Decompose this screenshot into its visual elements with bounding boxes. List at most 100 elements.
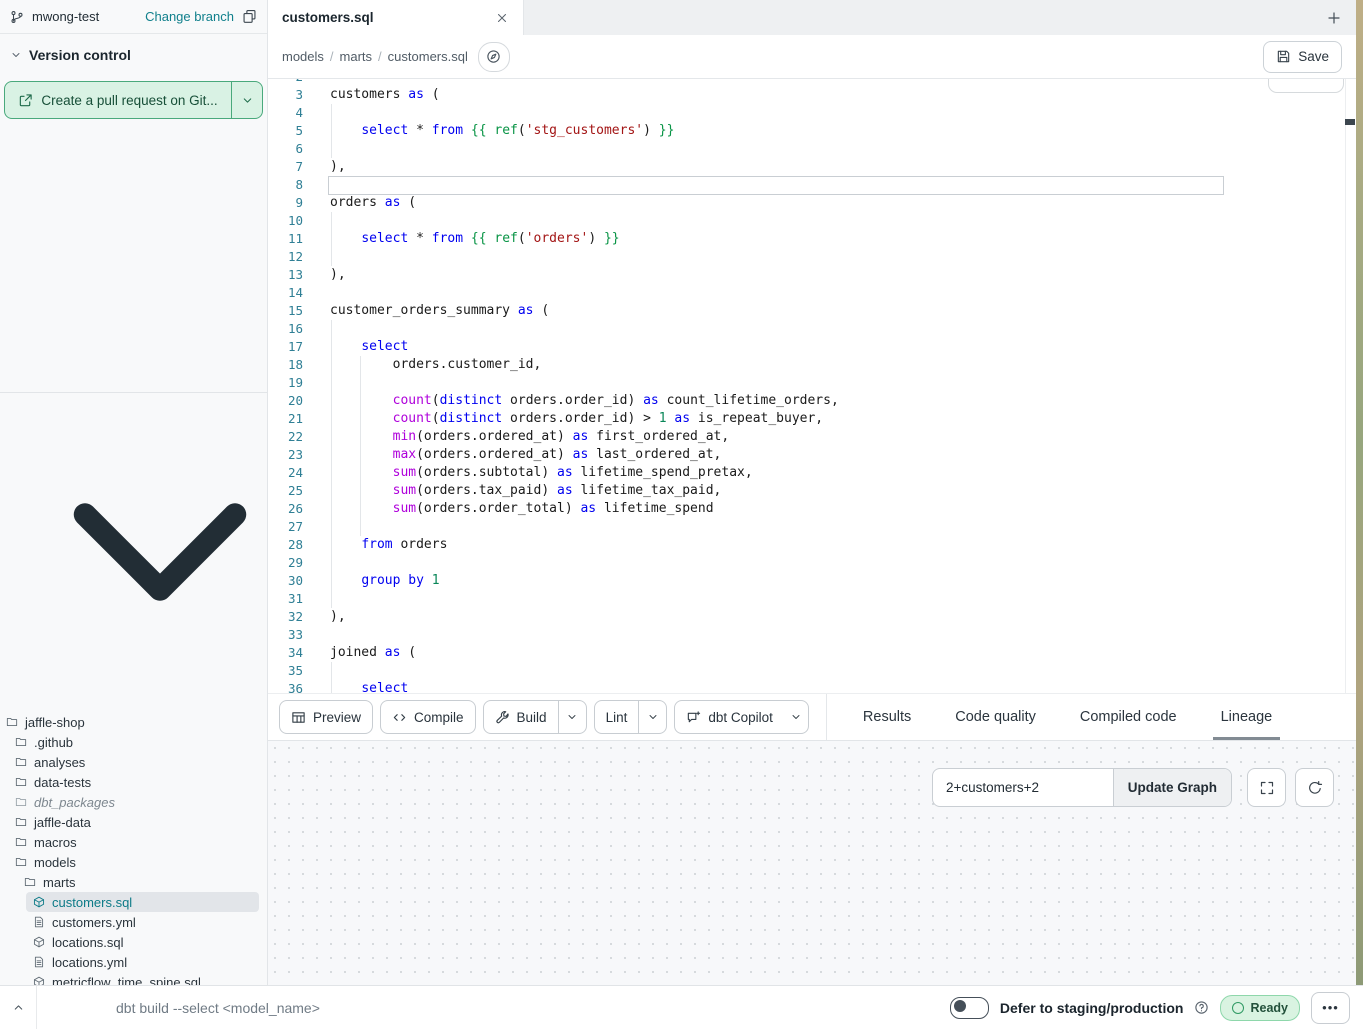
editor-scrollbar-thumb[interactable] <box>1345 119 1355 125</box>
folder-item-dbt_packages[interactable]: dbt_packages <box>0 792 267 812</box>
compass-icon <box>486 49 501 64</box>
defer-toggle[interactable] <box>950 997 989 1019</box>
folder-item-macros[interactable]: macros <box>0 832 267 852</box>
folder-icon <box>15 776 27 788</box>
create-pr-button[interactable]: Create a pull request on Git... <box>4 81 263 119</box>
version-control-header[interactable]: Version control <box>0 34 267 67</box>
tab-customers-sql[interactable]: customers.sql <box>268 0 524 35</box>
line-number: 11 <box>268 230 303 248</box>
line-number: 3 <box>268 86 303 104</box>
line-number: 35 <box>268 662 303 680</box>
breadcrumb-file[interactable]: customers.sql <box>388 49 468 64</box>
doc-icon <box>33 956 45 968</box>
code-line-6: 6 <box>268 140 1356 158</box>
code-line-24: 24 sum(orders.subtotal) as lifetime_spen… <box>268 464 1356 482</box>
lineage-search-group: Update Graph <box>932 768 1232 807</box>
copy-icon[interactable] <box>242 9 257 24</box>
build-button[interactable]: Build <box>483 700 587 734</box>
file-item-locations.sql[interactable]: locations.sql <box>0 932 267 952</box>
code-line-35: 35 <box>268 662 1356 680</box>
code-editor[interactable]: 23customers as (45 select * from {{ ref(… <box>268 79 1356 693</box>
folder-item-models[interactable]: models <box>0 852 267 872</box>
dbt-copilot-button[interactable]: dbt Copilot <box>674 700 809 734</box>
create-pr-main[interactable]: Create a pull request on Git... <box>5 82 231 118</box>
lint-label: Lint <box>606 710 628 725</box>
panel-tabs: Results Code quality Compiled code Linea… <box>826 694 1356 740</box>
file-explorer-header[interactable]: File explorer <box>0 392 267 707</box>
folder-item-.github[interactable]: .github <box>0 732 267 752</box>
ready-dot-icon <box>1232 1002 1244 1014</box>
chevron-down-icon <box>10 49 22 61</box>
folder-item-analyses[interactable]: analyses <box>0 752 267 772</box>
lint-button[interactable]: Lint <box>594 700 668 734</box>
status-bar: Defer to staging/production Ready ••• <box>0 985 1363 1029</box>
line-number: 34 <box>268 644 303 662</box>
line-number: 13 <box>268 266 303 284</box>
dbt-copilot-dropdown[interactable] <box>784 701 808 733</box>
code-line-34: 34joined as ( <box>268 644 1356 662</box>
lineage-panel[interactable]: Update Graph <box>268 740 1356 985</box>
change-branch-link[interactable]: Change branch <box>145 9 234 24</box>
code-line-2: 2 <box>268 79 1356 86</box>
tree-item-label: customers.yml <box>52 915 136 930</box>
file-item-customers.sql[interactable]: customers.sql <box>0 892 267 912</box>
file-item-locations.yml[interactable]: locations.yml <box>0 952 267 972</box>
code-icon <box>392 710 407 725</box>
wrench-icon <box>495 710 510 725</box>
git-branch-icon <box>10 10 24 24</box>
more-options-button[interactable]: ••• <box>1311 992 1350 1024</box>
folder-item-jaffle-shop[interactable]: jaffle-shop <box>0 712 267 732</box>
line-number: 33 <box>268 626 303 644</box>
tab-compiled-code[interactable]: Compiled code <box>1080 694 1177 740</box>
code-line-18: 18 orders.customer_id, <box>268 356 1356 374</box>
create-pr-dropdown[interactable] <box>231 82 262 118</box>
fullscreen-button[interactable] <box>1247 768 1286 807</box>
tree-item-label: data-tests <box>34 775 91 790</box>
save-button[interactable]: Save <box>1263 41 1342 73</box>
editor-scrollbar[interactable] <box>1345 79 1356 693</box>
line-number: 26 <box>268 500 303 518</box>
line-number: 12 <box>268 248 303 266</box>
lint-dropdown[interactable] <box>638 701 666 733</box>
line-number: 6 <box>268 140 303 158</box>
folder-item-jaffle-data[interactable]: jaffle-data <box>0 812 267 832</box>
command-input[interactable] <box>114 999 950 1017</box>
tree-item-label: models <box>34 855 76 870</box>
line-number: 17 <box>268 338 303 356</box>
lineage-search-input[interactable] <box>933 769 1113 806</box>
folder-item-data-tests[interactable]: data-tests <box>0 772 267 792</box>
close-icon[interactable] <box>495 11 509 25</box>
update-graph-button[interactable]: Update Graph <box>1113 769 1231 806</box>
minimap[interactable] <box>1232 79 1324 279</box>
folder-icon <box>15 856 27 868</box>
refresh-button[interactable] <box>1295 768 1334 807</box>
code-line-21: 21 count(distinct orders.order_id) > 1 a… <box>268 410 1356 428</box>
build-dropdown[interactable] <box>558 701 586 733</box>
compile-button[interactable]: Compile <box>380 700 476 734</box>
file-item-metricflow_time_spine.sql[interactable]: metricflow_time_spine.sql <box>0 972 267 985</box>
line-number: 19 <box>268 374 303 392</box>
folder-item-marts[interactable]: marts <box>0 872 267 892</box>
collapse-panel-button[interactable] <box>0 986 37 1029</box>
code-line-5: 5 select * from {{ ref('stg_customers') … <box>268 122 1356 140</box>
help-icon[interactable] <box>1194 1000 1209 1015</box>
new-tab-button[interactable] <box>1312 0 1356 35</box>
tab-code-quality[interactable]: Code quality <box>955 694 1036 740</box>
version-control-title: Version control <box>29 47 131 63</box>
chevron-down-icon <box>241 94 254 107</box>
save-icon <box>1276 49 1291 64</box>
code-line-4: 4 <box>268 104 1356 122</box>
table-icon <box>291 710 306 725</box>
tab-results[interactable]: Results <box>863 694 911 740</box>
line-number: 5 <box>268 122 303 140</box>
tab-lineage[interactable]: Lineage <box>1221 694 1273 740</box>
folder-icon <box>15 736 27 748</box>
explore-docs-button[interactable] <box>478 42 510 72</box>
code-line-32: 32), <box>268 608 1356 626</box>
line-number: 20 <box>268 392 303 410</box>
breadcrumb-models[interactable]: models <box>282 49 324 64</box>
editor-toolbar: Preview Compile Build Lint dbt Copilot <box>268 693 1356 740</box>
file-item-customers.yml[interactable]: customers.yml <box>0 912 267 932</box>
preview-button[interactable]: Preview <box>279 700 373 734</box>
breadcrumb-marts[interactable]: marts <box>340 49 373 64</box>
